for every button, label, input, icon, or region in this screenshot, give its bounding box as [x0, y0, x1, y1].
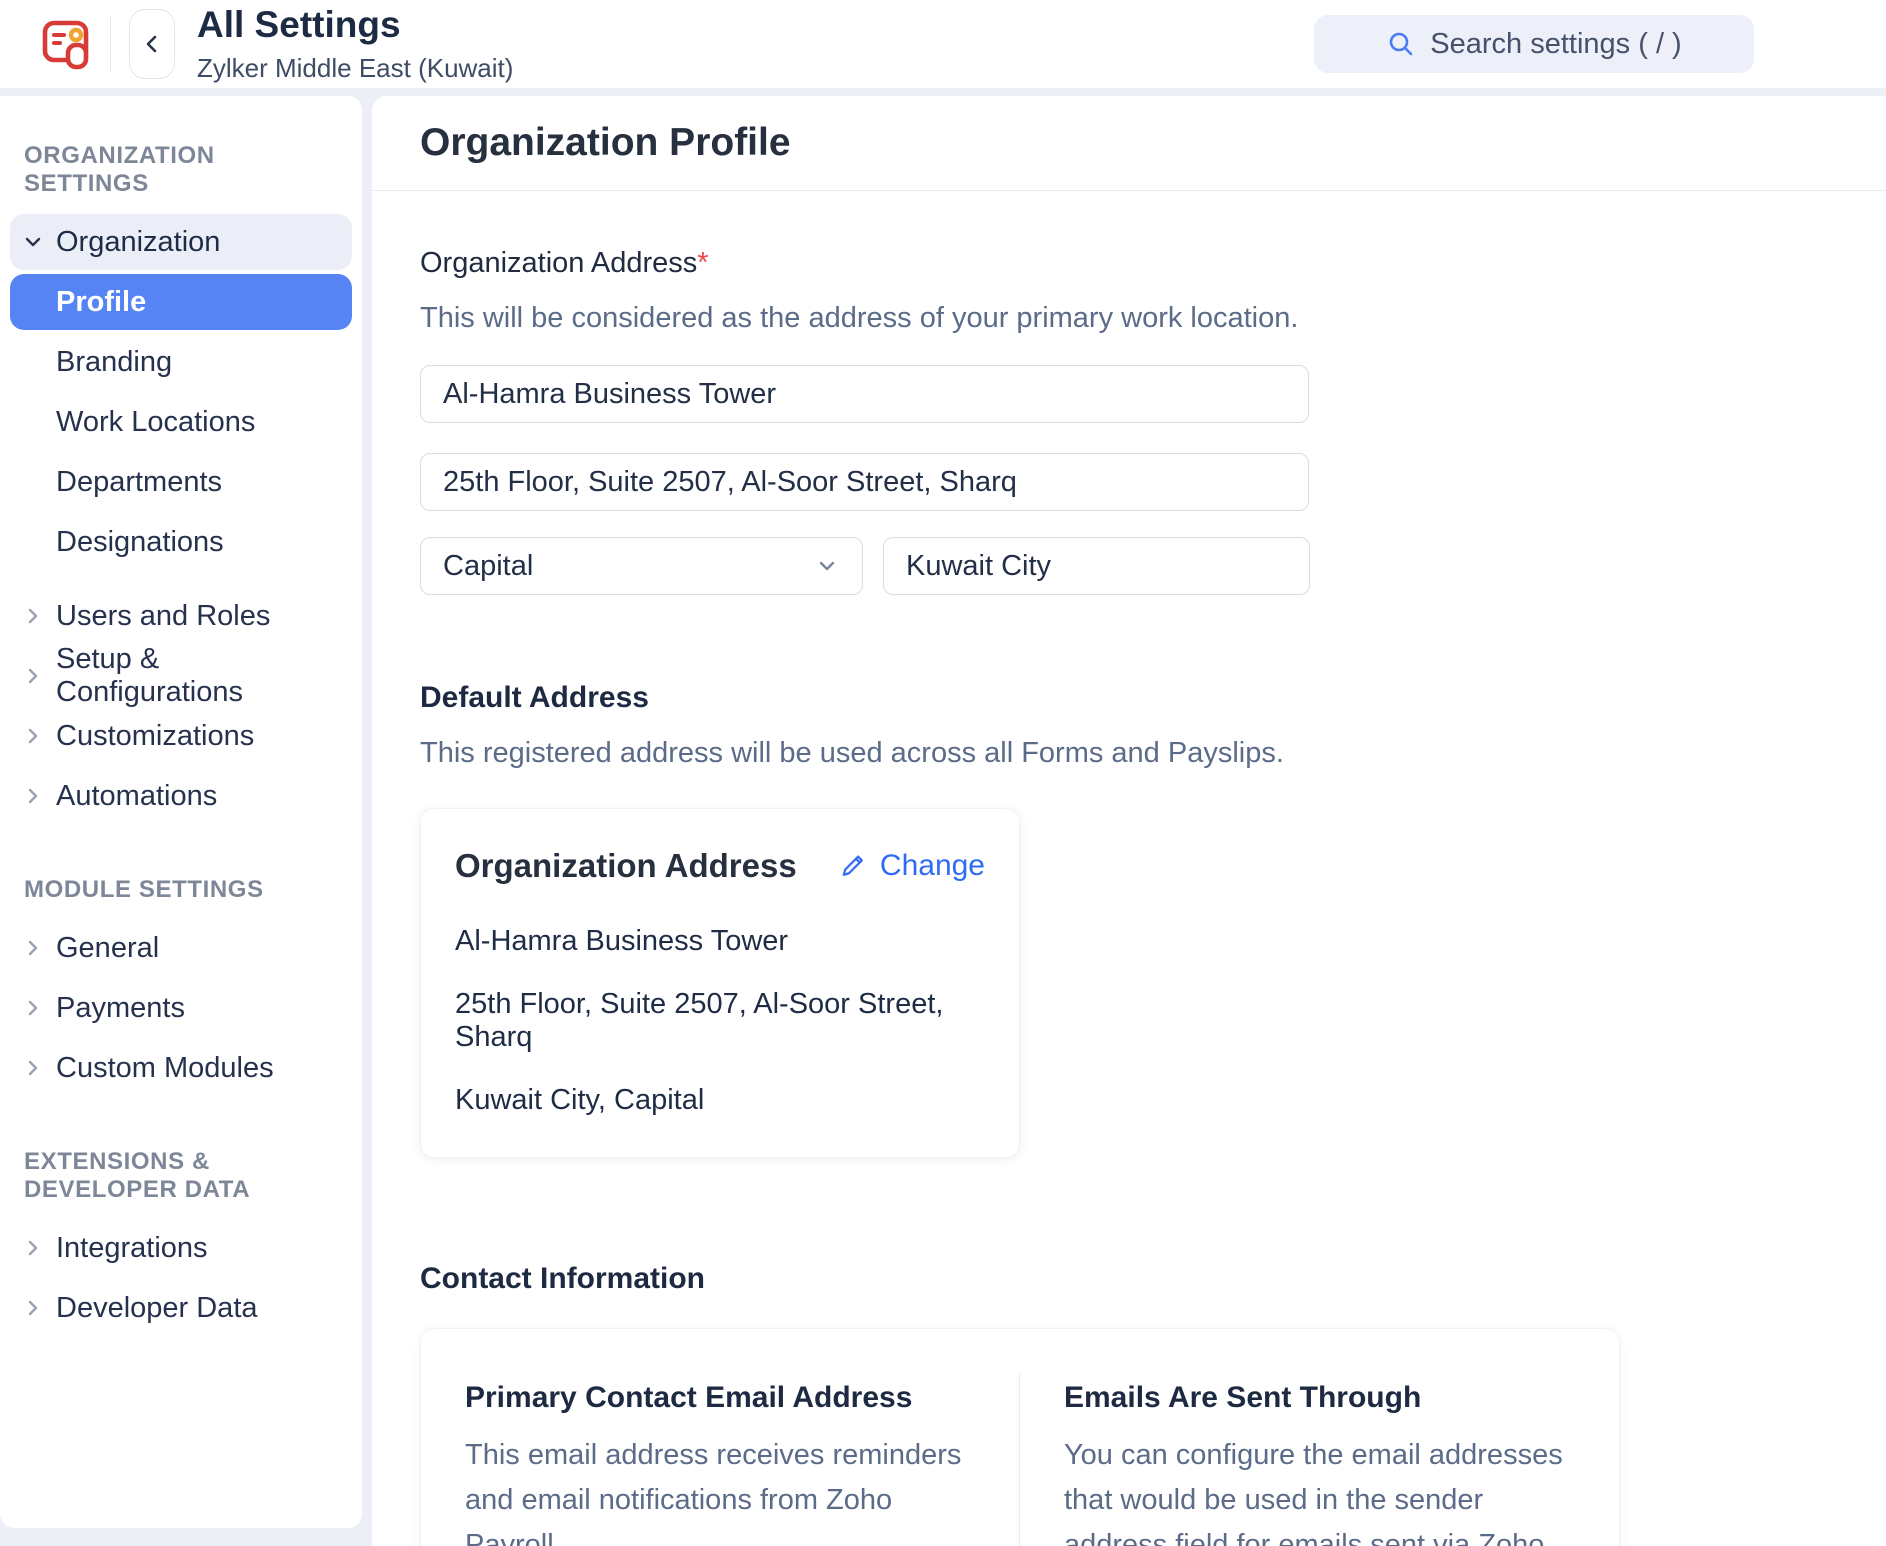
section-label-extensions-developer-data: EXTENSIONS & DEVELOPER DATA: [24, 1148, 338, 1204]
section-label-module-settings: MODULE SETTINGS: [24, 876, 338, 904]
chevron-right-icon: [22, 998, 44, 1018]
search-label: Search settings ( / ): [1430, 28, 1681, 61]
primary-contact-description: This email address receives reminders an…: [465, 1433, 975, 1546]
sender-email-title: Emails Are Sent Through: [1064, 1381, 1575, 1415]
chevron-right-icon: [22, 1298, 44, 1318]
sidebar-item-custom-modules[interactable]: Custom Modules: [10, 1040, 352, 1096]
sidebar-item-label: General: [56, 932, 159, 965]
main-panel: Organization Profile Organization Addres…: [372, 96, 1886, 1546]
organization-address-label-text: Organization Address: [420, 247, 697, 279]
chevron-down-icon: [22, 232, 44, 252]
sidebar-item-label: Developer Data: [56, 1292, 258, 1325]
address-card-title: Organization Address: [455, 847, 797, 885]
sidebar-item-designations[interactable]: Designations: [10, 514, 352, 570]
sidebar-item-label: Branding: [56, 346, 172, 379]
chevron-right-icon: [22, 606, 44, 626]
default-address-line1: Al-Hamra Business Tower: [455, 925, 985, 958]
settings-sidebar: ORGANIZATION SETTINGS Organization Profi…: [0, 96, 362, 1528]
organization-address-label: Organization Address*: [420, 247, 1838, 280]
search-settings-button[interactable]: Search settings ( / ): [1314, 15, 1754, 73]
section-label-organization-settings: ORGANIZATION SETTINGS: [24, 142, 338, 198]
sidebar-item-label: Organization: [56, 226, 220, 259]
main-title-bar: Organization Profile: [372, 96, 1886, 191]
chevron-right-icon: [22, 726, 44, 746]
chevron-right-icon: [22, 666, 44, 686]
state-select[interactable]: Capital: [420, 537, 863, 595]
sidebar-item-label: Integrations: [56, 1232, 208, 1265]
chevron-right-icon: [22, 1238, 44, 1258]
sender-email-description: You can configure the email addresses th…: [1064, 1433, 1575, 1546]
chevron-right-icon: [22, 1058, 44, 1078]
sidebar-item-departments[interactable]: Departments: [10, 454, 352, 510]
sidebar-item-label: Work Locations: [56, 406, 255, 439]
sidebar-item-organization[interactable]: Organization: [10, 214, 352, 270]
organization-name: Zylker Middle East (Kuwait): [197, 53, 513, 84]
default-address-description: This registered address will be used acr…: [420, 737, 1838, 770]
sidebar-item-label: Setup & Configurations: [56, 643, 340, 709]
top-bar: All Settings Zylker Middle East (Kuwait)…: [0, 0, 1886, 88]
chevron-left-icon: [140, 32, 164, 56]
sidebar-item-label: Payments: [56, 992, 185, 1025]
sidebar-item-developer-data[interactable]: Developer Data: [10, 1280, 352, 1336]
primary-contact-title: Primary Contact Email Address: [465, 1381, 975, 1415]
sidebar-item-general[interactable]: General: [10, 920, 352, 976]
back-button[interactable]: [129, 9, 175, 79]
pencil-icon: [840, 851, 870, 881]
sidebar-item-label: Users and Roles: [56, 600, 270, 633]
organization-address-description: This will be considered as the address o…: [420, 302, 1838, 335]
sidebar-item-setup-configurations[interactable]: Setup & Configurations: [10, 648, 352, 704]
sidebar-item-label: Departments: [56, 466, 222, 499]
sender-email-column: Emails Are Sent Through You can configur…: [1020, 1373, 1619, 1546]
default-address-title: Default Address: [420, 681, 1838, 715]
state-select-value: Capital: [443, 550, 533, 583]
sidebar-item-customizations[interactable]: Customizations: [10, 708, 352, 764]
search-icon: [1386, 29, 1416, 59]
change-link-label: Change: [880, 849, 985, 883]
sidebar-item-integrations[interactable]: Integrations: [10, 1220, 352, 1276]
sidebar-item-label: Profile: [56, 286, 146, 319]
page-title: All Settings: [197, 4, 513, 47]
sidebar-item-automations[interactable]: Automations: [10, 768, 352, 824]
sidebar-item-payments[interactable]: Payments: [10, 980, 352, 1036]
address-line1-input[interactable]: [420, 365, 1309, 423]
required-asterisk: *: [697, 247, 708, 279]
chevron-down-icon: [814, 553, 840, 579]
chevron-right-icon: [22, 786, 44, 806]
header-divider: [110, 15, 111, 73]
sidebar-item-users-and-roles[interactable]: Users and Roles: [10, 588, 352, 644]
sidebar-item-profile[interactable]: Profile: [10, 274, 352, 330]
organization-address-card: Organization Address Change Al-Hamra Bus…: [420, 808, 1020, 1158]
sidebar-item-work-locations[interactable]: Work Locations: [10, 394, 352, 450]
contact-information-title: Contact Information: [420, 1262, 1838, 1296]
sidebar-item-label: Custom Modules: [56, 1052, 274, 1085]
default-address-line2: 25th Floor, Suite 2507, Al-Soor Street, …: [455, 988, 985, 1054]
default-address-line3: Kuwait City, Capital: [455, 1084, 985, 1117]
sidebar-item-label: Automations: [56, 780, 217, 813]
contact-information-card: Primary Contact Email Address This email…: [420, 1328, 1620, 1546]
chevron-right-icon: [22, 938, 44, 958]
primary-contact-column: Primary Contact Email Address This email…: [421, 1373, 1020, 1546]
zoho-payroll-logo: [36, 14, 96, 74]
sidebar-item-label: Designations: [56, 526, 224, 559]
main-title: Organization Profile: [420, 121, 791, 165]
city-input[interactable]: [883, 537, 1310, 595]
change-address-link[interactable]: Change: [840, 849, 985, 883]
address-line2-input[interactable]: [420, 453, 1309, 511]
sidebar-item-label: Customizations: [56, 720, 254, 753]
sidebar-item-branding[interactable]: Branding: [10, 334, 352, 390]
payroll-wallet-icon: [37, 15, 95, 73]
